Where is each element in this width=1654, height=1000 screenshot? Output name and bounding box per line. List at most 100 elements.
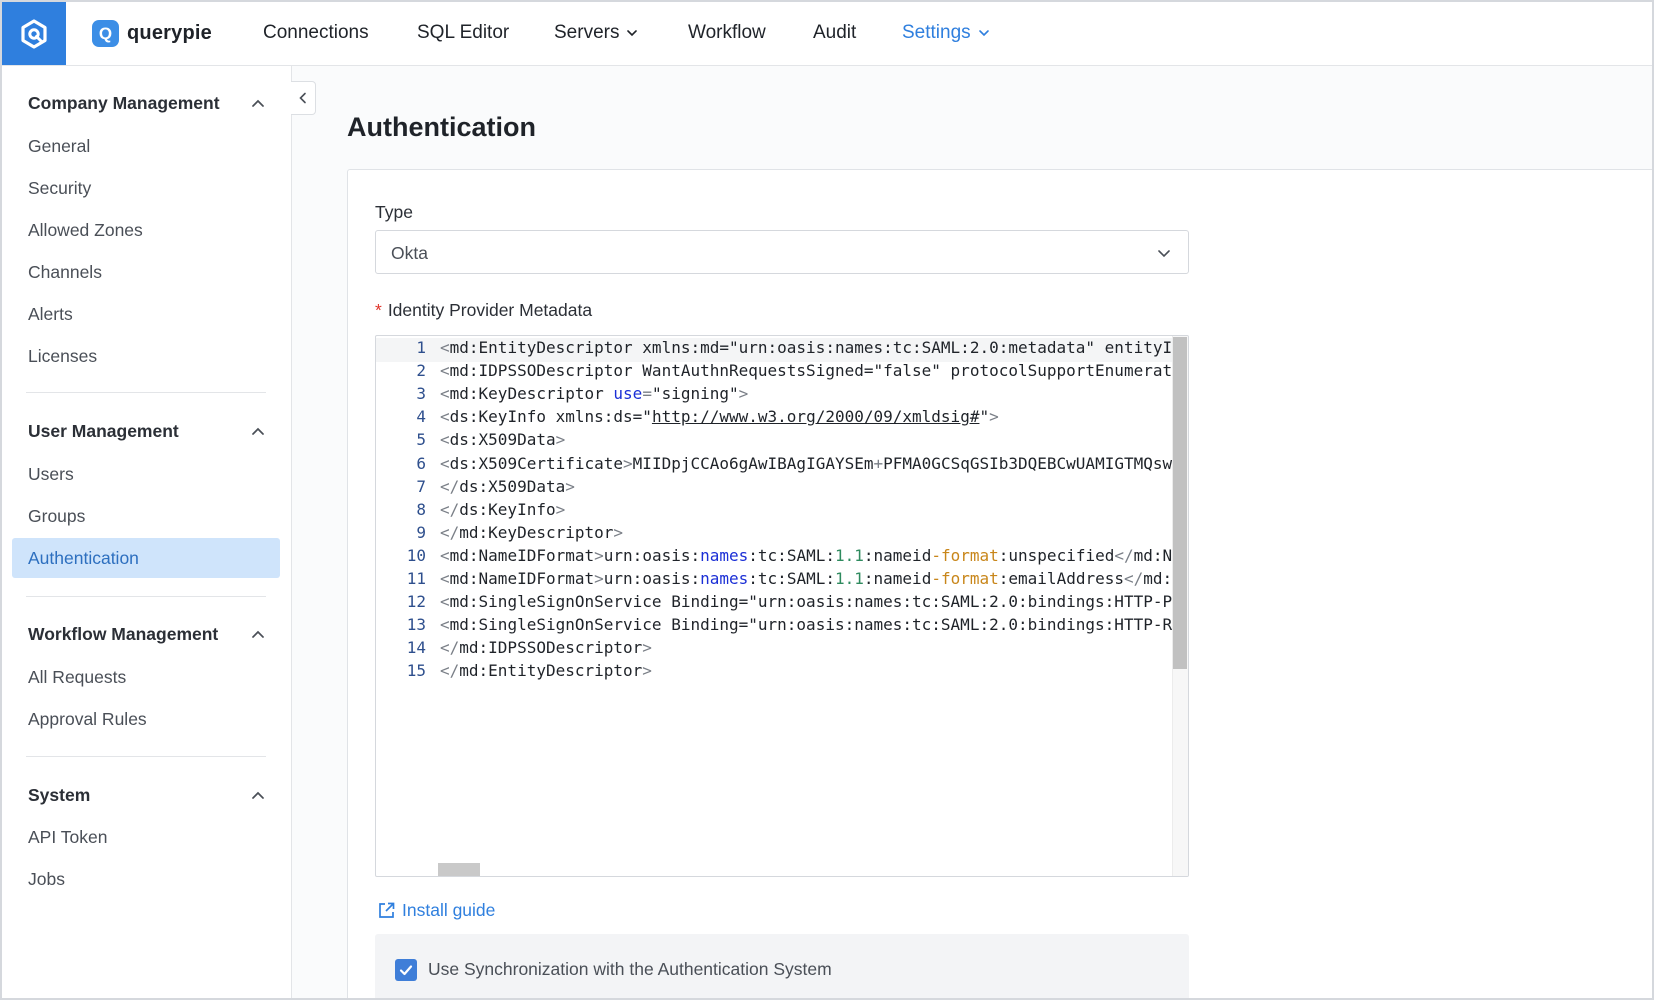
code-line[interactable]: 4 <ds:KeyInfo xmlns:ds="http://www.w3.org… — [376, 407, 1173, 431]
code-text: <md:EntityDescriptor xmlns:md="urn:oasis… — [440, 338, 1172, 357]
external-link-icon — [379, 902, 395, 918]
code-line[interactable]: 10 <md:NameIDFormat>urn:oasis:names:tc:SA… — [376, 546, 1173, 570]
code-text: <md:SingleSignOnService Binding="urn:oas… — [440, 592, 1173, 611]
code-token: < — [440, 384, 450, 404]
required-mark: * — [375, 300, 382, 320]
code-token: + — [873, 453, 884, 473]
line-number: 2 — [416, 361, 426, 381]
chevron-up-icon — [252, 791, 264, 799]
code-line[interactable]: 5 <ds:X509Data> — [376, 430, 1173, 454]
sync-checkbox[interactable] — [395, 959, 417, 981]
section-title: Workflow Management — [28, 624, 219, 644]
sidebar-item-allowed-zones[interactable]: Allowed Zones — [28, 220, 143, 241]
code-text: <ds:X509Certificate>MIIDpjCCAo6gAwIBAgIG… — [440, 454, 1173, 473]
code-line[interactable]: 9 </md:KeyDescriptor> — [376, 523, 1173, 547]
sidebar-item-alerts[interactable]: Alerts — [28, 304, 73, 325]
nav-servers[interactable]: Servers — [554, 22, 639, 44]
nav-settings[interactable]: Settings — [902, 22, 991, 44]
line-number: 14 — [406, 638, 426, 658]
code-token: urn:oasis: — [603, 569, 701, 588]
code-line[interactable]: 8 </ds:KeyInfo> — [376, 500, 1173, 524]
code-token: < — [440, 453, 450, 473]
chevron-up-icon — [252, 630, 264, 638]
editor-vertical-scroll-thumb[interactable] — [1173, 337, 1187, 669]
sidebar-divider — [26, 392, 266, 393]
sidebar-item-users[interactable]: Users — [28, 464, 74, 485]
nav-connections[interactable]: Connections — [263, 22, 369, 44]
code-token: md:EntityDescriptor xmlns:md="urn:oasis:… — [449, 338, 1173, 357]
sidebar-collapse-button[interactable] — [291, 81, 316, 115]
sidebar-item-all-requests[interactable]: All Requests — [28, 667, 126, 688]
code-token: > — [642, 638, 652, 658]
code-text: </md:EntityDescriptor> — [440, 661, 652, 680]
code-token: md:SingleSignOnService Binding="urn:oasi… — [449, 592, 1173, 612]
code-token: = — [642, 384, 652, 404]
code-token: md:N — [1143, 569, 1173, 588]
code-line[interactable]: 11 <md:NameIDFormat>urn:oasis:names:tc:SA… — [376, 569, 1173, 593]
install-guide-link[interactable]: Install guide — [377, 900, 495, 921]
sidebar-item-general[interactable]: General — [28, 136, 90, 157]
section-system[interactable]: System — [28, 785, 266, 806]
check-icon — [399, 965, 413, 976]
code-token: </ — [1114, 545, 1134, 565]
section-title: User Management — [28, 421, 179, 441]
code-token: md:IDPSSODescriptor WantAuthnRequestsSig… — [449, 361, 1173, 381]
code-line[interactable]: 1 <md:EntityDescriptor xmlns:md="urn:oasi… — [376, 338, 1173, 362]
nav-workflow[interactable]: Workflow — [688, 22, 766, 44]
code-token: -format — [931, 569, 999, 588]
line-number: 3 — [416, 384, 426, 404]
code-token: > — [555, 430, 566, 450]
brand-logo[interactable]: Q querypie — [92, 20, 212, 47]
line-number: 4 — [416, 407, 426, 427]
nav-audit[interactable]: Audit — [813, 22, 856, 44]
line-number: 10 — [406, 545, 426, 565]
code-line[interactable]: 14 </md:IDPSSODescriptor> — [376, 638, 1173, 662]
code-text: <md:IDPSSODescriptor WantAuthnRequestsSi… — [440, 361, 1173, 380]
code-line[interactable]: 15 </md:EntityDescriptor> — [376, 661, 1173, 685]
code-token: names — [700, 545, 749, 565]
editor-vertical-scrollbar[interactable] — [1172, 336, 1188, 876]
code-token: > — [555, 499, 566, 519]
chevron-up-icon — [252, 427, 264, 435]
code-token: md:KeyDescriptor — [449, 384, 614, 404]
code-token: urn:oasis: — [603, 545, 701, 565]
code-token: > — [613, 522, 624, 542]
code-line[interactable]: 6 <ds:X509Certificate>MIIDpjCCAo6gAwIBAgI… — [376, 454, 1173, 478]
sidebar-item-jobs[interactable]: Jobs — [28, 869, 65, 890]
section-company-management[interactable]: Company Management — [28, 93, 266, 114]
section-workflow-management[interactable]: Workflow Management — [28, 624, 266, 645]
sidebar-item-authentication[interactable]: Authentication — [12, 538, 280, 578]
code-token: :nameid — [863, 569, 932, 588]
sidebar-item-approval-rules[interactable]: Approval Rules — [28, 709, 147, 730]
line-number: 6 — [416, 453, 426, 473]
sidebar-item-api-token[interactable]: API Token — [28, 827, 107, 848]
code-token: > — [565, 476, 575, 496]
code-line[interactable]: 7 </ds:X509Data> — [376, 477, 1173, 501]
code-line[interactable]: 13 <md:SingleSignOnService Binding="urn:o… — [376, 615, 1173, 639]
sync-option-panel: Use Synchronization with the Authenticat… — [375, 934, 1189, 998]
sidebar-item-licenses[interactable]: Licenses — [28, 346, 97, 367]
code-line[interactable]: 12 <md:SingleSignOnService Binding="urn:o… — [376, 592, 1173, 616]
metadata-code-editor[interactable]: 1 <md:EntityDescriptor xmlns:md="urn:oasi… — [375, 335, 1189, 877]
nav-sql-editor[interactable]: SQL Editor — [417, 22, 509, 44]
sidebar-item-groups[interactable]: Groups — [28, 506, 85, 527]
chevron-left-icon — [299, 92, 306, 104]
editor-horizontal-scroll-thumb[interactable] — [438, 863, 480, 876]
code-token: -format — [931, 545, 999, 565]
code-token: ds:KeyInfo xmlns:ds=" — [449, 407, 652, 427]
section-user-management[interactable]: User Management — [28, 421, 266, 442]
code-token: 1.1 — [834, 569, 864, 588]
code-line[interactable]: 3 <md:KeyDescriptor use="signing"> — [376, 384, 1173, 408]
code-token: < — [440, 592, 450, 612]
code-token: > — [989, 407, 999, 427]
code-token: md:NameIDFormat — [449, 545, 595, 565]
code-line[interactable]: 2 <md:IDPSSODescriptor WantAuthnRequestsS… — [376, 361, 1173, 385]
code-token: ds:X509Data — [449, 430, 556, 450]
code-token: ds:X509Data — [459, 476, 566, 496]
sidebar-item-channels[interactable]: Channels — [28, 262, 102, 283]
type-select[interactable]: Okta — [375, 230, 1189, 274]
sidebar-item-security[interactable]: Security — [28, 178, 91, 199]
nav-label: Audit — [813, 22, 857, 43]
sync-checkbox-label[interactable]: Use Synchronization with the Authenticat… — [428, 959, 832, 980]
app-logo-square[interactable] — [2, 2, 66, 65]
